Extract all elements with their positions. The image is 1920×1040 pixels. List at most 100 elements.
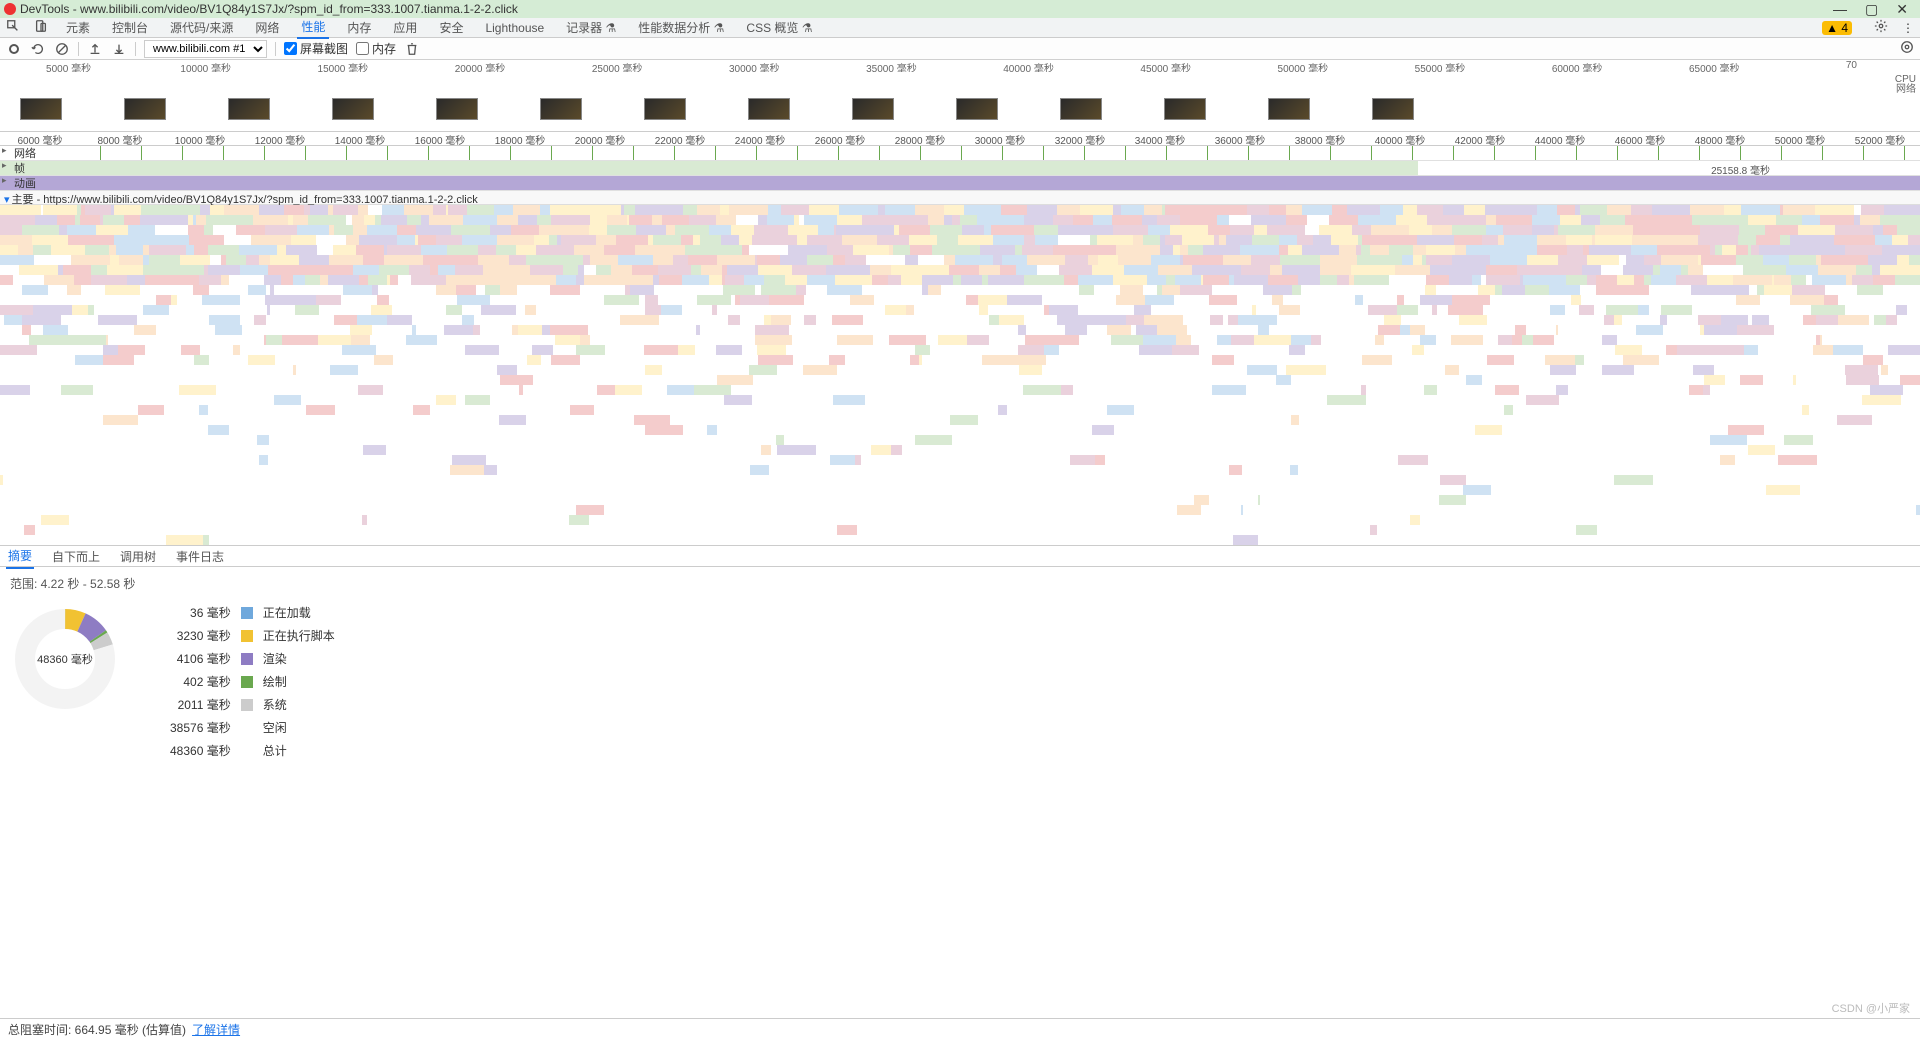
filmstrip-thumb[interactable] <box>124 98 166 120</box>
flame-chart[interactable] <box>0 205 1920 545</box>
clear-button[interactable] <box>54 41 70 57</box>
frames-track[interactable]: 帧 25158.8 毫秒 <box>0 161 1920 176</box>
timeline-ruler[interactable]: 6000 毫秒8000 毫秒10000 毫秒12000 毫秒14000 毫秒16… <box>0 132 1920 146</box>
ruler-tick: 52000 毫秒 <box>1840 132 1920 145</box>
tab-calltree[interactable]: 调用树 <box>118 545 158 568</box>
overview-tick: 10000 毫秒 <box>137 60 274 72</box>
ruler-tick: 12000 毫秒 <box>240 132 320 145</box>
overview-tick: 30000 毫秒 <box>686 60 823 72</box>
target-select[interactable]: www.bilibili.com #1 <box>144 40 267 58</box>
legend-swatch <box>241 745 253 757</box>
memory-checkbox[interactable]: 内存 <box>356 40 396 57</box>
upload-button[interactable] <box>87 41 103 57</box>
ruler-tick: 46000 毫秒 <box>1600 132 1680 145</box>
legend-value: 402 毫秒 <box>170 673 231 690</box>
tab-bottomup[interactable]: 自下而上 <box>50 545 102 568</box>
tab-application[interactable]: 应用 <box>389 17 421 38</box>
trash-button[interactable] <box>404 41 420 57</box>
filmstrip-thumb[interactable] <box>228 98 270 120</box>
download-button[interactable] <box>111 41 127 57</box>
filmstrip[interactable] <box>0 96 1920 132</box>
tab-perf-insights[interactable]: 性能数据分析 ⚗ <box>634 17 728 38</box>
frame-time-marker: 25158.8 毫秒 <box>1711 162 1770 177</box>
overview-tick: 25000 毫秒 <box>549 60 686 72</box>
legend-value: 2011 毫秒 <box>170 696 231 713</box>
tab-eventlog[interactable]: 事件日志 <box>174 545 226 568</box>
ruler-tick: 44000 毫秒 <box>1520 132 1600 145</box>
filmstrip-thumb[interactable] <box>852 98 894 120</box>
tab-lighthouse[interactable]: Lighthouse <box>481 19 548 37</box>
filmstrip-thumb[interactable] <box>1060 98 1102 120</box>
filmstrip-thumb[interactable] <box>1372 98 1414 120</box>
range-text: 范围: 4.22 秒 - 52.58 秒 <box>10 575 1910 592</box>
reload-record-button[interactable] <box>30 41 46 57</box>
legend-value: 3230 毫秒 <box>170 627 231 644</box>
screenshot-checkbox[interactable]: 屏幕截图 <box>284 40 348 57</box>
ruler-tick: 38000 毫秒 <box>1280 132 1360 145</box>
filmstrip-thumb[interactable] <box>1268 98 1310 120</box>
close-button[interactable]: ✕ <box>1896 1 1908 18</box>
statusbar: 总阻塞时间: 664.95 毫秒 (估算值) 了解详情 <box>0 1018 1920 1040</box>
more-icon[interactable]: ⋮ <box>1902 21 1914 35</box>
legend-value: 48360 毫秒 <box>170 742 231 759</box>
warnings-badge[interactable]: ▲ 4 <box>1822 21 1852 35</box>
tab-security[interactable]: 安全 <box>435 17 467 38</box>
inspect-icon[interactable] <box>6 19 20 36</box>
filmstrip-thumb[interactable] <box>540 98 582 120</box>
filmstrip-thumb[interactable] <box>1164 98 1206 120</box>
legend-name: 空闲 <box>263 719 335 736</box>
tab-css-overview[interactable]: CSS 概览 ⚗ <box>742 17 816 38</box>
legend-value: 4106 毫秒 <box>170 650 231 667</box>
tab-recorder[interactable]: 记录器 ⚗ <box>562 17 620 38</box>
record-button[interactable] <box>6 41 22 57</box>
summary-legend: 36 毫秒正在加载3230 毫秒正在执行脚本4106 毫秒渲染402 毫秒绘制2… <box>170 604 335 759</box>
ruler-tick: 40000 毫秒 <box>1360 132 1440 145</box>
tab-console[interactable]: 控制台 <box>108 17 152 38</box>
ruler-tick: 34000 毫秒 <box>1120 132 1200 145</box>
settings-icon[interactable] <box>1874 19 1888 36</box>
overview-tick: 55000 毫秒 <box>1371 60 1508 72</box>
legend-name: 绘制 <box>263 673 335 690</box>
network-track[interactable]: 网络 <box>0 146 1920 161</box>
ruler-tick: 30000 毫秒 <box>960 132 1040 145</box>
tab-elements[interactable]: 元素 <box>62 17 94 38</box>
watermark: CSDN @小严家 <box>1832 1000 1910 1016</box>
legend-swatch <box>241 630 253 642</box>
filmstrip-thumb[interactable] <box>332 98 374 120</box>
capture-settings-icon[interactable] <box>1900 40 1914 57</box>
main-thread-header[interactable]: 主要 - https://www.bilibili.com/video/BV1Q… <box>0 191 1920 205</box>
ruler-tick: 50000 毫秒 <box>1760 132 1840 145</box>
ruler-tick: 14000 毫秒 <box>320 132 400 145</box>
tab-memory[interactable]: 内存 <box>343 17 375 38</box>
donut-center-label: 48360 毫秒 <box>10 604 120 714</box>
device-toggle-icon[interactable] <box>34 19 48 36</box>
minimize-button[interactable]: — <box>1833 1 1847 18</box>
overview-tick: 70 <box>1783 60 1920 72</box>
learn-more-link[interactable]: 了解详情 <box>192 1021 240 1038</box>
legend-name: 渲染 <box>263 650 335 667</box>
details-tabbar: 摘要 自下而上 调用树 事件日志 <box>0 545 1920 567</box>
legend-name: 正在加载 <box>263 604 335 621</box>
ruler-tick: 22000 毫秒 <box>640 132 720 145</box>
filmstrip-thumb[interactable] <box>956 98 998 120</box>
ruler-tick: 32000 毫秒 <box>1040 132 1120 145</box>
maximize-button[interactable]: ▢ <box>1865 1 1878 18</box>
tab-sources[interactable]: 源代码/来源 <box>166 17 237 38</box>
ruler-tick: 26000 毫秒 <box>800 132 880 145</box>
ruler-tick: 16000 毫秒 <box>400 132 480 145</box>
legend-swatch <box>241 653 253 665</box>
tab-network[interactable]: 网络 <box>251 17 283 38</box>
filmstrip-thumb[interactable] <box>436 98 478 120</box>
overview-tick: 45000 毫秒 <box>1097 60 1234 72</box>
summary-donut: 48360 毫秒 <box>10 604 120 714</box>
filmstrip-thumb[interactable] <box>20 98 62 120</box>
timeline-overview[interactable]: 5000 毫秒10000 毫秒15000 毫秒20000 毫秒25000 毫秒3… <box>0 60 1920 96</box>
status-text: 总阻塞时间: 664.95 毫秒 (估算值) <box>8 1021 186 1038</box>
filmstrip-thumb[interactable] <box>748 98 790 120</box>
tab-summary[interactable]: 摘要 <box>6 544 34 569</box>
ruler-tick: 24000 毫秒 <box>720 132 800 145</box>
tab-performance[interactable]: 性能 <box>297 16 329 39</box>
filmstrip-thumb[interactable] <box>644 98 686 120</box>
legend-name: 总计 <box>263 742 335 759</box>
animation-track[interactable]: 动画 <box>0 176 1920 191</box>
